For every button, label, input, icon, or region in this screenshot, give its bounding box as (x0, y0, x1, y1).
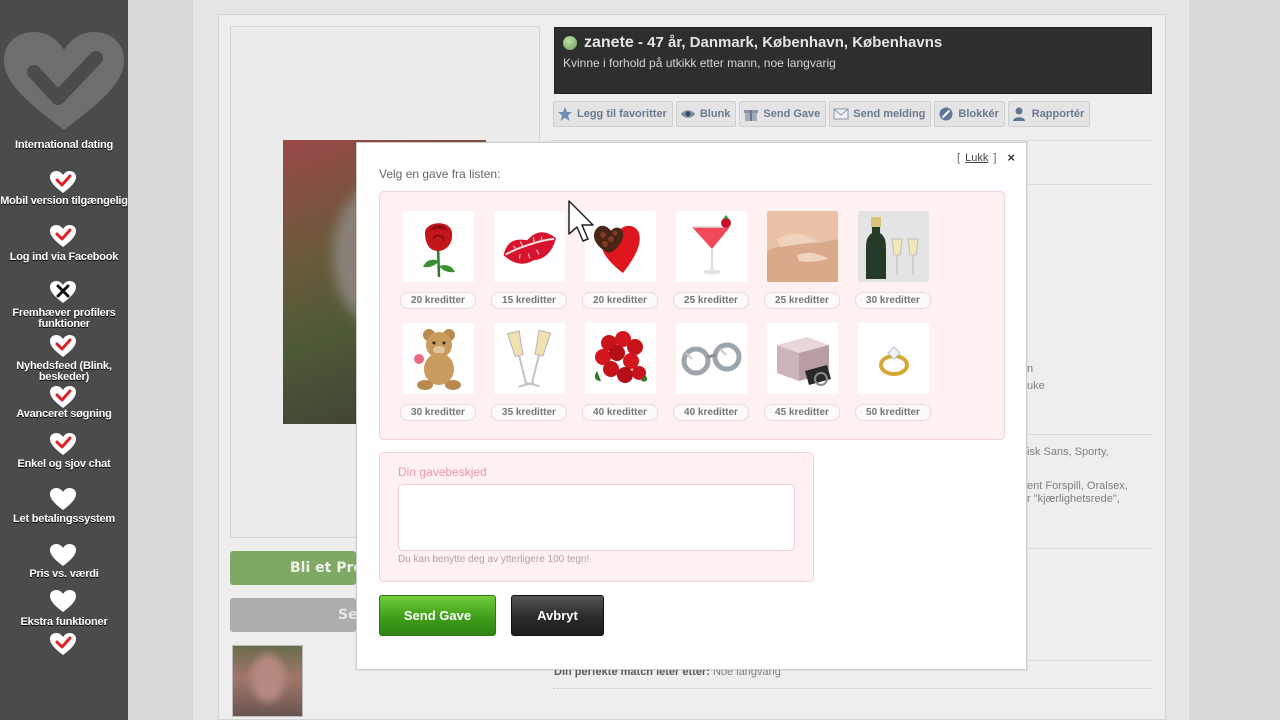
feature-label: International dating (14, 139, 114, 151)
gift-price: 30 kreditter (855, 292, 931, 309)
character-limit-hint: Du kan benytte deg av ytterligere 100 te… (398, 554, 590, 565)
ring-icon (858, 323, 929, 394)
send-gift-button[interactable]: Send Gave (739, 101, 827, 127)
gift-item-champagne-glasses[interactable]: 35 kreditter (491, 323, 567, 423)
wink-button[interactable]: Blunk (675, 101, 737, 127)
gift-message-panel: Din gavebeskjed Du kan benytte deg av yt… (379, 452, 814, 582)
heart-cross-icon (50, 281, 76, 303)
gift-item-gift-box[interactable]: 45 kreditter (764, 323, 840, 423)
gift-price: 25 kreditter (764, 292, 840, 309)
gift-price: 35 kreditter (491, 404, 567, 421)
gift-item-massage[interactable]: 25 kreditter (764, 211, 840, 311)
feature-label: Ekstra funktioner (20, 616, 108, 628)
heart-check-icon (50, 386, 76, 408)
profile-thumbnail[interactable] (232, 645, 303, 717)
heart-check-icon (50, 433, 76, 455)
close-control: [ Lukk ] × (957, 150, 1015, 165)
feature-label: Nyhedsfeed (Blink, beskeder) (16, 360, 112, 383)
feature-label: Pris vs. værdi (29, 568, 99, 580)
heart-logo-icon (4, 32, 124, 130)
gift-item-kiss[interactable]: 15 kreditter (491, 211, 567, 311)
profile-header: zanete - 47 år, Danmark, København, Købe… (554, 27, 1152, 94)
gift-item-heart-chocolates[interactable]: 20 kreditter (582, 211, 658, 311)
close-link[interactable]: Lukk (965, 152, 988, 164)
gift-box-icon (767, 323, 838, 394)
handcuffs-icon (676, 323, 747, 394)
heart-icon (50, 544, 76, 566)
envelope-icon (833, 108, 849, 120)
divider (553, 688, 1151, 689)
gift-price: 30 kreditter (400, 404, 476, 421)
heart-check-icon (50, 171, 76, 193)
dialog-title: Velg en gave fra listen: (379, 167, 501, 181)
close-icon[interactable]: × (1007, 150, 1015, 165)
profile-status-line: Kvinne i forhold på utkikk etter mann, n… (563, 56, 836, 70)
profile-name: zanete - 47 år, Danmark, København, Købe… (584, 34, 943, 51)
cancel-button[interactable]: Avbryt (511, 595, 604, 636)
become-premium-button[interactable]: Bli et Prem (230, 551, 356, 585)
heart-check-icon (50, 335, 76, 357)
eye-icon (680, 110, 695, 118)
heart-icon (50, 488, 76, 510)
champagne-bottle-icon (858, 211, 929, 282)
feature-sidebar: International dating Mobil version tilgæ… (0, 0, 128, 720)
block-icon (939, 107, 953, 121)
rose-icon (403, 211, 474, 282)
heart-chocolates-icon (585, 211, 656, 282)
profile-toolbar: Legg til favoritter Blunk Send Gave Send… (553, 101, 1091, 127)
send-message-button[interactable]: Send melding (829, 101, 932, 127)
gift-icon (744, 110, 759, 121)
feature-label: Let betalingssystem (13, 513, 115, 525)
gift-item-rose[interactable]: 20 kreditter (400, 211, 476, 311)
gift-price: 25 kreditter (673, 292, 749, 309)
gift-list: 20 kreditter 15 kreditter 20 kreditter 2… (379, 191, 1005, 440)
gift-item-cocktail[interactable]: 25 kreditter (673, 211, 749, 311)
gift-message-input[interactable] (398, 484, 795, 551)
massage-icon (767, 211, 838, 282)
cocktail-icon (676, 211, 747, 282)
profile-text-fragment: isk Sans, Sporty, (1027, 446, 1109, 458)
champagne-glasses-icon (494, 323, 565, 394)
send-gift-submit-button[interactable]: Send Gave (379, 595, 496, 636)
online-status-icon (563, 36, 577, 50)
profile-text-fragment: n (1027, 363, 1034, 375)
gift-price: 45 kreditter (764, 404, 840, 421)
gift-item-teddy-bear[interactable]: 30 kreditter (400, 323, 476, 423)
gift-price: 20 kreditter (400, 292, 476, 309)
report-icon (1012, 107, 1025, 121)
rose-bouquet-icon (585, 323, 656, 394)
gift-price: 40 kreditter (582, 404, 658, 421)
gift-price: 40 kreditter (673, 404, 749, 421)
feature-label: Mobil version tilgængelig (0, 195, 128, 207)
block-button[interactable]: Blokkér (934, 101, 1005, 127)
star-icon (558, 107, 572, 121)
profile-text-fragment: uke (1027, 380, 1045, 392)
gift-price: 20 kreditter (582, 292, 658, 309)
send-gift-dialog: [ Lukk ] × Velg en gave fra listen: 20 k… (356, 142, 1027, 670)
divider (553, 140, 1151, 141)
secondary-profile-button[interactable]: Se (230, 598, 356, 632)
feature-label: Log ind via Facebook (9, 251, 119, 263)
profile-text-fragment: ent Forspill, Oralsex, (1027, 480, 1128, 492)
report-button[interactable]: Rapportér (1007, 101, 1091, 127)
add-favorite-button[interactable]: Legg til favoritter (553, 101, 673, 127)
feature-label: Fremhæver profilers funktioner (12, 307, 116, 330)
heart-check-icon (50, 225, 76, 247)
gift-item-handcuffs[interactable]: 40 kreditter (673, 323, 749, 423)
gift-price: 15 kreditter (491, 292, 567, 309)
feature-label: Avanceret søgning (16, 408, 112, 420)
gift-item-rose-bouquet[interactable]: 40 kreditter (582, 323, 658, 423)
feature-label: Enkel og sjov chat (17, 458, 111, 470)
gift-message-label: Din gavebeskjed (398, 465, 487, 479)
teddy-bear-icon (403, 323, 474, 394)
gift-item-ring[interactable]: 50 kreditter (855, 323, 931, 423)
heart-check-icon (50, 633, 76, 655)
heart-icon (50, 590, 76, 612)
gift-price: 50 kreditter (855, 404, 931, 421)
profile-text-fragment: r "kjærlighetsrede", (1027, 493, 1120, 505)
gift-item-champagne[interactable]: 30 kreditter (855, 211, 931, 311)
kiss-lips-icon (494, 211, 565, 282)
